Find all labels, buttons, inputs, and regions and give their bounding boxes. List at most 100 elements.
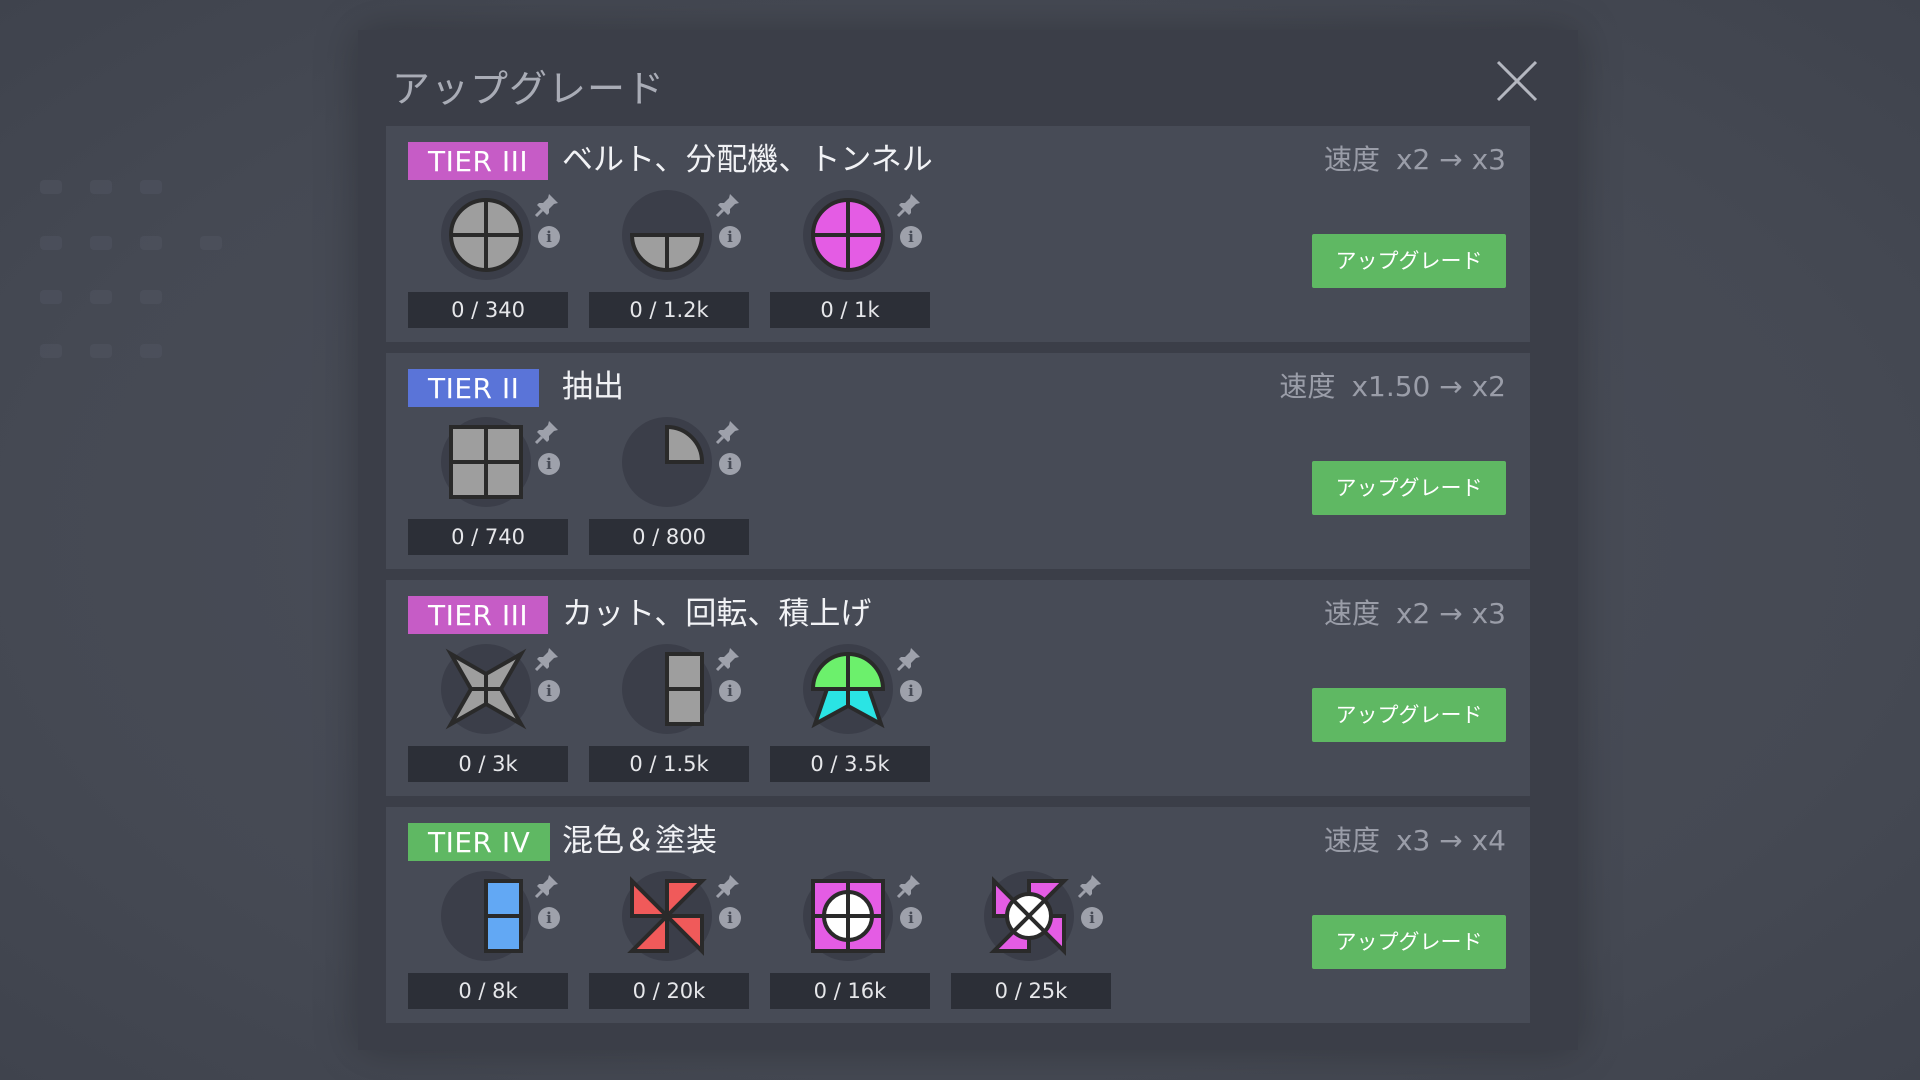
blue-half-rectangle-icon <box>484 879 523 953</box>
background-blur <box>40 344 62 358</box>
upgrades-modal: アップグレード TIER III ベルト、分配機、トンネル 速度 x2 → x3 … <box>358 30 1578 1050</box>
speed-label: 速度 <box>1323 597 1380 630</box>
info-icon[interactable]: i <box>719 453 741 475</box>
red-windmill-icon <box>627 876 707 956</box>
upgrade-button[interactable]: アップグレード <box>1312 234 1506 288</box>
pin-icon[interactable] <box>715 419 741 445</box>
close-icon <box>1496 60 1538 102</box>
pin-icon[interactable] <box>534 192 560 218</box>
pin-icon[interactable] <box>715 646 741 672</box>
modal-title: アップグレード <box>392 67 666 111</box>
pin-icon[interactable] <box>896 646 922 672</box>
requirement-counter: 0 / 340 <box>408 292 568 328</box>
pin-icon[interactable] <box>534 873 560 899</box>
purple-square-white-circle-icon <box>811 879 885 953</box>
grey-full-circle-icon <box>449 198 523 272</box>
background-blur <box>40 290 62 304</box>
requirement-counter: 0 / 1.2k <box>589 292 749 328</box>
shape-slot <box>803 871 893 961</box>
speed-label: 速度 <box>1323 143 1380 176</box>
requirement-counter: 0 / 25k <box>951 973 1111 1009</box>
requirement-counter: 0 / 3.5k <box>770 746 930 782</box>
requirement-counter: 0 / 1k <box>770 292 930 328</box>
info-icon[interactable]: i <box>900 680 922 702</box>
pin-icon[interactable] <box>1077 873 1103 899</box>
speed-info: 速度 x2 → x3 <box>1324 592 1506 636</box>
shape-slot <box>441 190 531 280</box>
shape-slot <box>441 644 531 734</box>
purple-star-white-circle-icon <box>989 876 1069 956</box>
info-icon[interactable]: i <box>719 226 741 248</box>
speed-value: x2 → x3 <box>1395 597 1506 630</box>
tier-name: 抽出 <box>562 369 624 405</box>
shape-slot <box>622 871 712 961</box>
info-icon[interactable]: i <box>719 907 741 929</box>
upgrade-button[interactable]: アップグレード <box>1312 915 1506 969</box>
pin-icon[interactable] <box>896 873 922 899</box>
requirement-item: i 0 / 1.5k <box>589 644 749 784</box>
upgrade-button[interactable]: アップグレード <box>1312 688 1506 742</box>
tier-name: 混色＆塗装 <box>562 823 717 859</box>
requirement-item: i 0 / 340 <box>408 190 568 330</box>
speed-info: 速度 x2 → x3 <box>1324 138 1506 182</box>
speed-info: 速度 x1.50 → x2 <box>1279 365 1506 409</box>
tier-badge: TIER IV <box>408 823 551 861</box>
speed-value: x1.50 → x2 <box>1351 370 1506 403</box>
speed-label: 速度 <box>1323 824 1380 857</box>
requirement-counter: 0 / 3k <box>408 746 568 782</box>
shape-slot <box>441 417 531 507</box>
requirement-item: i 0 / 3.5k <box>770 644 930 784</box>
shape-slot <box>622 417 712 507</box>
tier-name: カット、回転、積上げ <box>562 596 872 632</box>
tier-card-belts: TIER III ベルト、分配機、トンネル 速度 x2 → x3 i 0 / 34… <box>386 126 1530 342</box>
requirement-item: i 0 / 16k <box>770 871 930 1011</box>
shape-slot <box>803 190 893 280</box>
requirement-counter: 0 / 8k <box>408 973 568 1009</box>
requirement-item: i 0 / 1.2k <box>589 190 749 330</box>
tier-badge: TIER III <box>408 596 549 634</box>
shape-slot <box>803 644 893 734</box>
pin-icon[interactable] <box>534 419 560 445</box>
background-blur <box>90 236 112 250</box>
background-blur <box>140 180 162 194</box>
info-icon[interactable]: i <box>538 226 560 248</box>
tier-badge: TIER II <box>408 369 540 407</box>
info-icon[interactable]: i <box>900 907 922 929</box>
background-blur <box>40 180 62 194</box>
requirement-counter: 0 / 20k <box>589 973 749 1009</box>
purple-full-circle-icon <box>811 198 885 272</box>
requirement-item: i 0 / 3k <box>408 644 568 784</box>
grey-quarter-circle-icon <box>665 424 705 464</box>
info-icon[interactable]: i <box>538 680 560 702</box>
shape-slot <box>622 190 712 280</box>
tier-card-painting: TIER IV 混色＆塗装 速度 x3 → x4 i 0 / 8k i 0 / … <box>386 807 1530 1023</box>
pin-icon[interactable] <box>715 873 741 899</box>
requirement-item: i 0 / 800 <box>589 417 749 557</box>
shape-slot <box>441 871 531 961</box>
info-icon[interactable]: i <box>538 907 560 929</box>
requirement-counter: 0 / 1.5k <box>589 746 749 782</box>
pin-icon[interactable] <box>715 192 741 218</box>
background-blur <box>140 236 162 250</box>
requirement-counter: 0 / 16k <box>770 973 930 1009</box>
tier-card-processing: TIER III カット、回転、積上げ 速度 x2 → x3 i 0 / 3k <box>386 580 1530 796</box>
speed-value: x2 → x3 <box>1395 143 1506 176</box>
requirement-item: i 0 / 1k <box>770 190 930 330</box>
pin-icon[interactable] <box>896 192 922 218</box>
shape-slot <box>622 644 712 734</box>
close-button[interactable] <box>1494 58 1540 104</box>
grey-half-circle-icon <box>629 233 705 272</box>
upgrade-button[interactable]: アップグレード <box>1312 461 1506 515</box>
grey-star-icon <box>445 648 527 730</box>
green-cyan-stack-icon <box>810 652 886 729</box>
requirement-item: i 0 / 20k <box>589 871 749 1011</box>
requirement-item: i 0 / 8k <box>408 871 568 1011</box>
pin-icon[interactable] <box>534 646 560 672</box>
info-icon[interactable]: i <box>719 680 741 702</box>
info-icon[interactable]: i <box>538 453 560 475</box>
info-icon[interactable]: i <box>1081 907 1103 929</box>
info-icon[interactable]: i <box>900 226 922 248</box>
background-blur <box>140 344 162 358</box>
speed-label: 速度 <box>1279 370 1336 403</box>
background-blur <box>90 290 112 304</box>
